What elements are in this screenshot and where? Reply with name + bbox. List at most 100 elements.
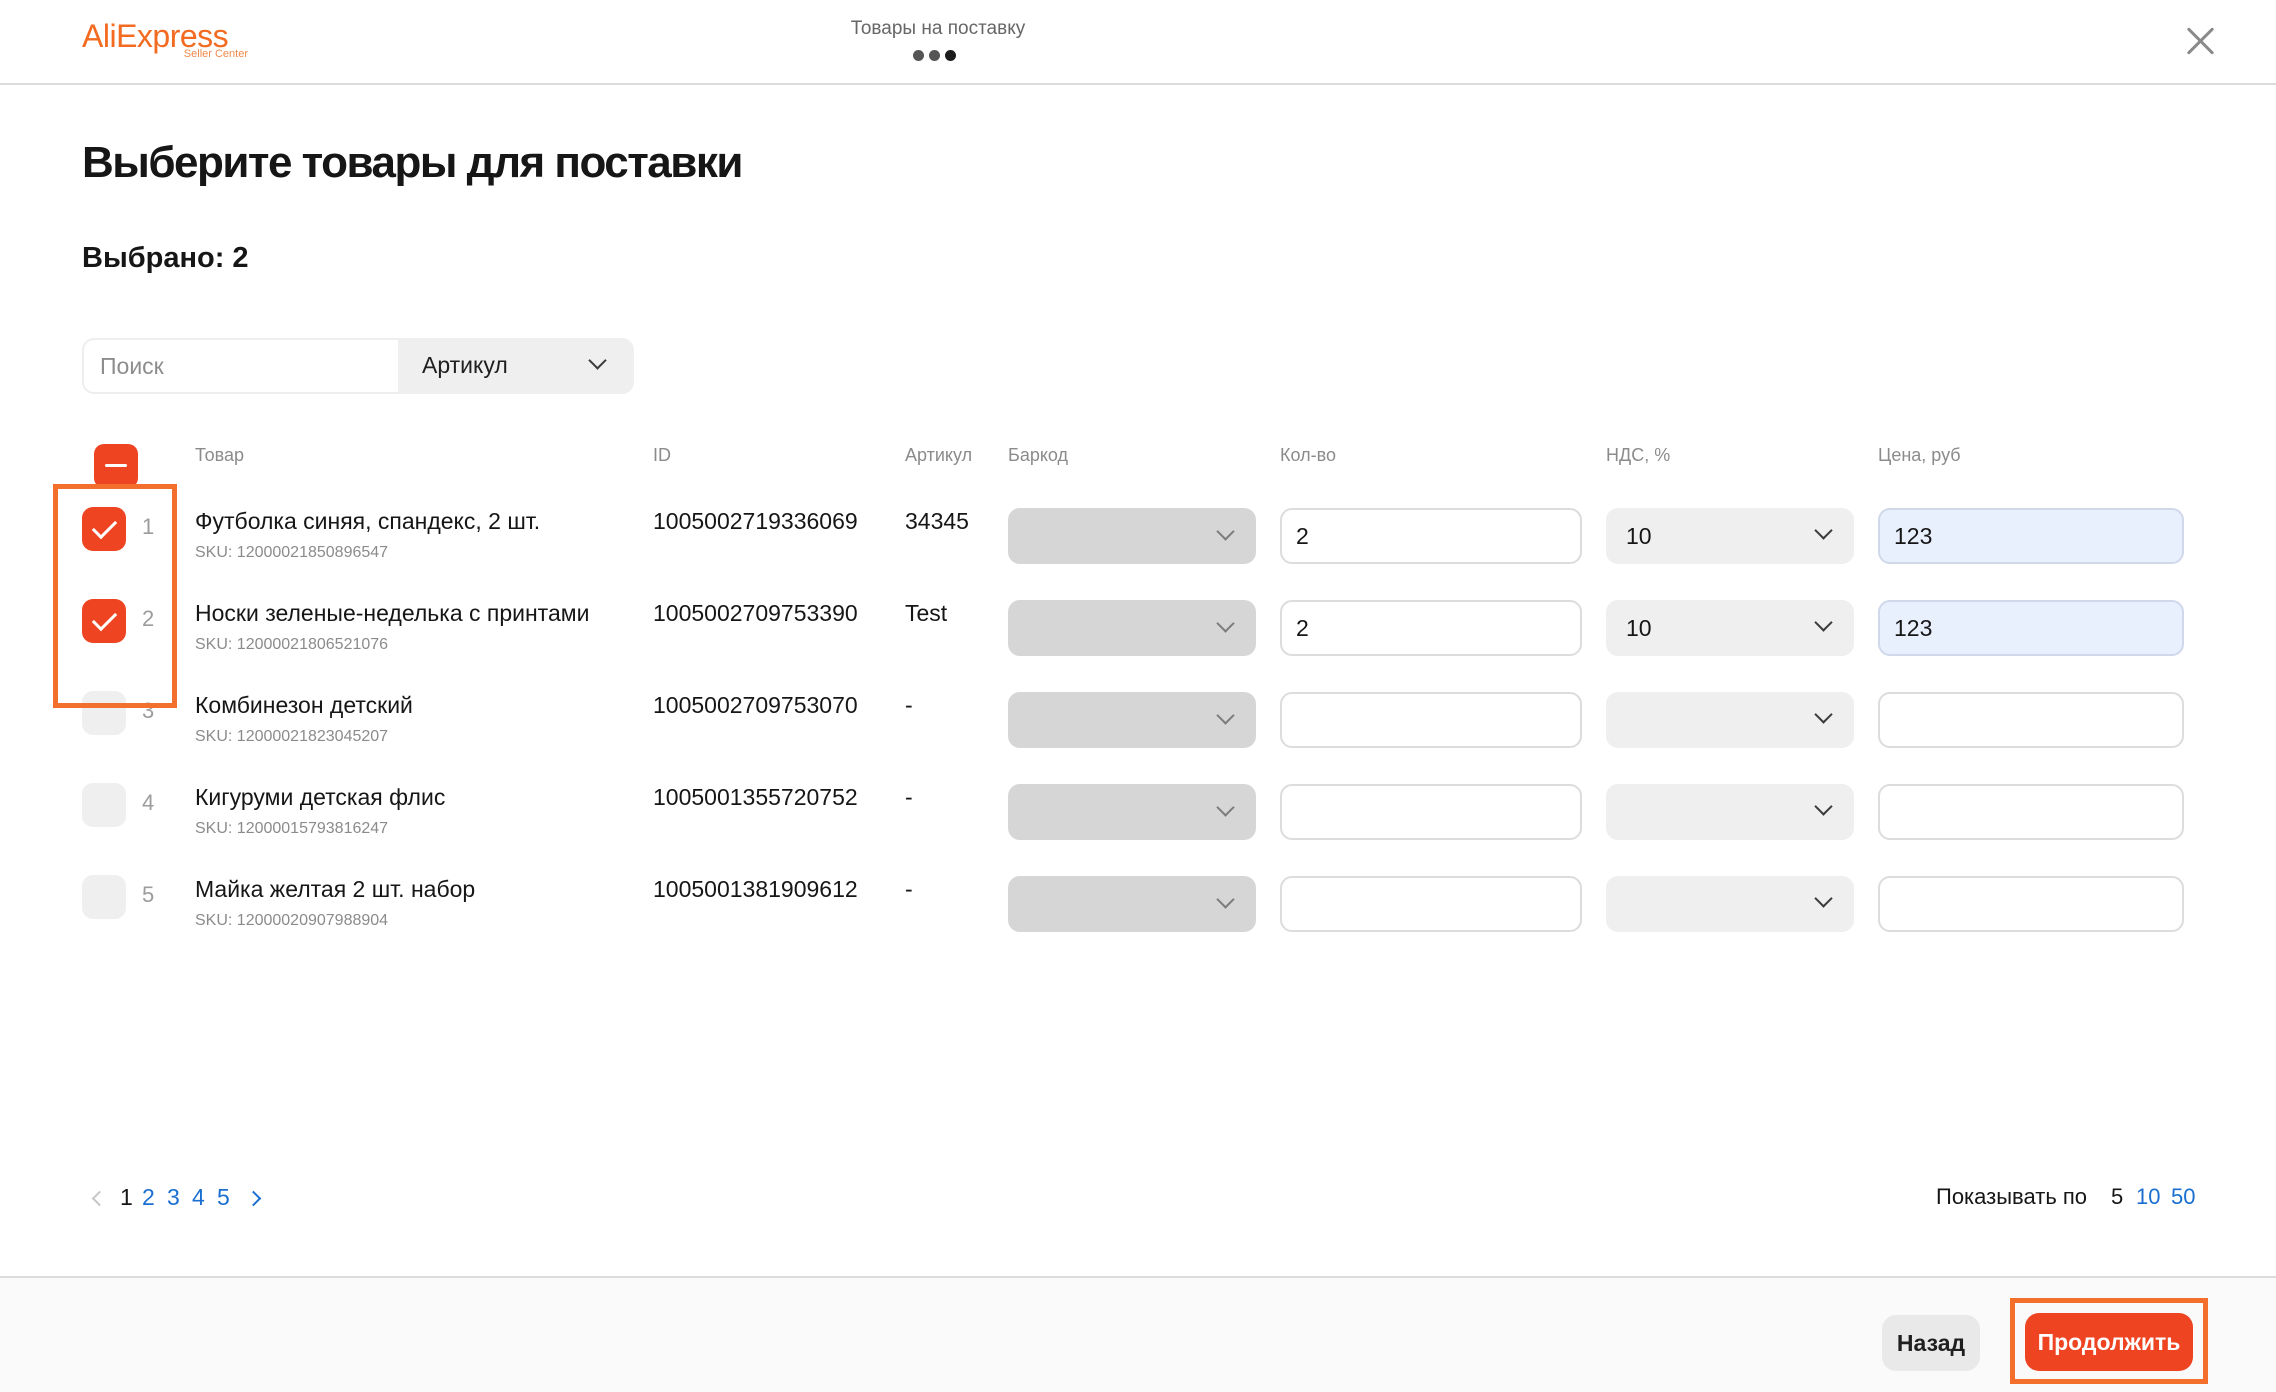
chevron-right-icon[interactable]	[245, 1190, 262, 1207]
page-link[interactable]: 5	[217, 1184, 230, 1211]
step-progress-dots	[913, 50, 956, 61]
per-page-option[interactable]: 5	[2111, 1184, 2123, 1210]
chevron-down-icon	[588, 351, 607, 370]
per-page-label: Показывать по	[1936, 1184, 2088, 1209]
product-sku: SKU: 12000021823045207	[195, 728, 389, 745]
row-number: 4	[142, 790, 155, 815]
close-icon[interactable]	[2182, 22, 2220, 60]
column-header-vat: НДС, %	[1606, 445, 1671, 465]
row-checkbox[interactable]	[82, 783, 126, 827]
back-button[interactable]: Назад	[1882, 1315, 1980, 1371]
quantity-input[interactable]	[1280, 508, 1582, 564]
row-number: 5	[142, 882, 155, 907]
column-header-id: ID	[653, 445, 671, 465]
search-field	[82, 338, 398, 394]
select-all-checkbox[interactable]	[94, 444, 138, 488]
vat-select[interactable]	[1606, 876, 1854, 932]
search-input[interactable]	[84, 340, 398, 392]
quantity-input[interactable]	[1280, 600, 1582, 656]
price-input[interactable]	[1878, 600, 2184, 656]
vat-value: 10	[1626, 523, 1652, 549]
page-title: Выберите товары для поставки	[82, 138, 743, 187]
chevron-down-icon	[1216, 798, 1235, 817]
barcode-select[interactable]	[1008, 508, 1256, 564]
selected-count: Выбрано: 2	[82, 242, 249, 274]
row-checkbox[interactable]	[82, 875, 126, 919]
vat-select[interactable]: 10	[1606, 508, 1854, 564]
product-article: -	[905, 692, 913, 718]
per-page-option[interactable]: 10	[2136, 1184, 2160, 1210]
search-filter-dropdown[interactable]: Артикул	[398, 338, 634, 394]
row-checkbox[interactable]	[82, 599, 126, 643]
quantity-input[interactable]	[1280, 876, 1582, 932]
product-name: Комбинезон детский	[195, 692, 413, 718]
per-page-option[interactable]: 50	[2171, 1184, 2195, 1210]
product-article: Test	[905, 600, 948, 626]
barcode-select[interactable]	[1008, 600, 1256, 656]
top-bar: AliExpress Seller Center Товары на поста…	[0, 0, 2276, 85]
column-header-article: Артикул	[905, 445, 973, 465]
product-article: -	[905, 784, 913, 810]
product-id: 1005002719336069	[653, 508, 858, 534]
price-input[interactable]	[1878, 692, 2184, 748]
price-input[interactable]	[1878, 784, 2184, 840]
product-id: 1005001381909612	[653, 876, 858, 902]
barcode-select[interactable]	[1008, 784, 1256, 840]
quantity-input[interactable]	[1280, 784, 1582, 840]
step-dot-current	[945, 50, 956, 61]
chevron-left-icon[interactable]	[91, 1190, 108, 1207]
vat-select[interactable]: 10	[1606, 600, 1854, 656]
product-sku: SKU: 12000021850896547	[195, 544, 389, 561]
vat-value: 10	[1626, 615, 1652, 641]
product-id: 1005002709753390	[653, 600, 858, 626]
product-id: 1005001355720752	[653, 784, 858, 810]
product-name: Майка желтая 2 шт. набор	[195, 876, 476, 902]
product-sku: SKU: 12000021806521076	[195, 636, 389, 653]
product-name: Носки зеленые-неделька с принтами	[195, 600, 590, 626]
logo-subtext: Seller Center	[183, 48, 248, 60]
step-dot	[913, 50, 924, 61]
continue-button[interactable]: Продолжить	[2025, 1313, 2193, 1371]
row-number: 3	[142, 698, 155, 723]
search-filter-value: Артикул	[422, 352, 508, 378]
column-header-barcode: Баркод	[1008, 445, 1069, 465]
table-row: 5 Майка желтая 2 шт. набор SKU: 12000020…	[0, 858, 2276, 992]
product-id: 1005002709753070	[653, 692, 858, 718]
product-sku: SKU: 12000020907988904	[195, 912, 389, 929]
page-link[interactable]: 2	[142, 1184, 155, 1211]
column-header-price: Цена, руб	[1878, 445, 1961, 465]
vat-select[interactable]	[1606, 692, 1854, 748]
chevron-down-icon	[1216, 614, 1235, 633]
row-checkbox[interactable]	[82, 507, 126, 551]
chevron-down-icon	[1814, 705, 1833, 724]
row-number: 1	[142, 514, 155, 539]
product-sku: SKU: 12000015793816247	[195, 820, 389, 837]
footer-bar: Назад Продолжить	[0, 1276, 2276, 1392]
barcode-select[interactable]	[1008, 692, 1256, 748]
column-header-product: Товар	[195, 445, 244, 465]
product-name: Футболка синяя, спандекс, 2 шт.	[195, 508, 541, 534]
column-header-qty: Кол-во	[1280, 445, 1336, 465]
barcode-select[interactable]	[1008, 876, 1256, 932]
chevron-down-icon	[1216, 706, 1235, 725]
row-number: 2	[142, 606, 155, 631]
chevron-down-icon	[1216, 890, 1235, 909]
chevron-down-icon	[1814, 613, 1833, 632]
chevron-down-icon	[1814, 889, 1833, 908]
vat-select[interactable]	[1606, 784, 1854, 840]
price-input[interactable]	[1878, 876, 2184, 932]
product-article: 34345	[905, 508, 969, 534]
product-article: -	[905, 876, 913, 902]
page-link[interactable]: 1	[120, 1184, 133, 1211]
chevron-down-icon	[1814, 797, 1833, 816]
product-name: Кигуруми детская флис	[195, 784, 446, 810]
chevron-down-icon	[1216, 522, 1235, 541]
page-link[interactable]: 3	[167, 1184, 180, 1211]
step-title: Товары на поставку	[850, 18, 1026, 39]
row-checkbox[interactable]	[82, 691, 126, 735]
price-input[interactable]	[1878, 508, 2184, 564]
quantity-input[interactable]	[1280, 692, 1582, 748]
page-link[interactable]: 4	[192, 1184, 205, 1211]
step-dot	[929, 50, 940, 61]
chevron-down-icon	[1814, 521, 1833, 540]
